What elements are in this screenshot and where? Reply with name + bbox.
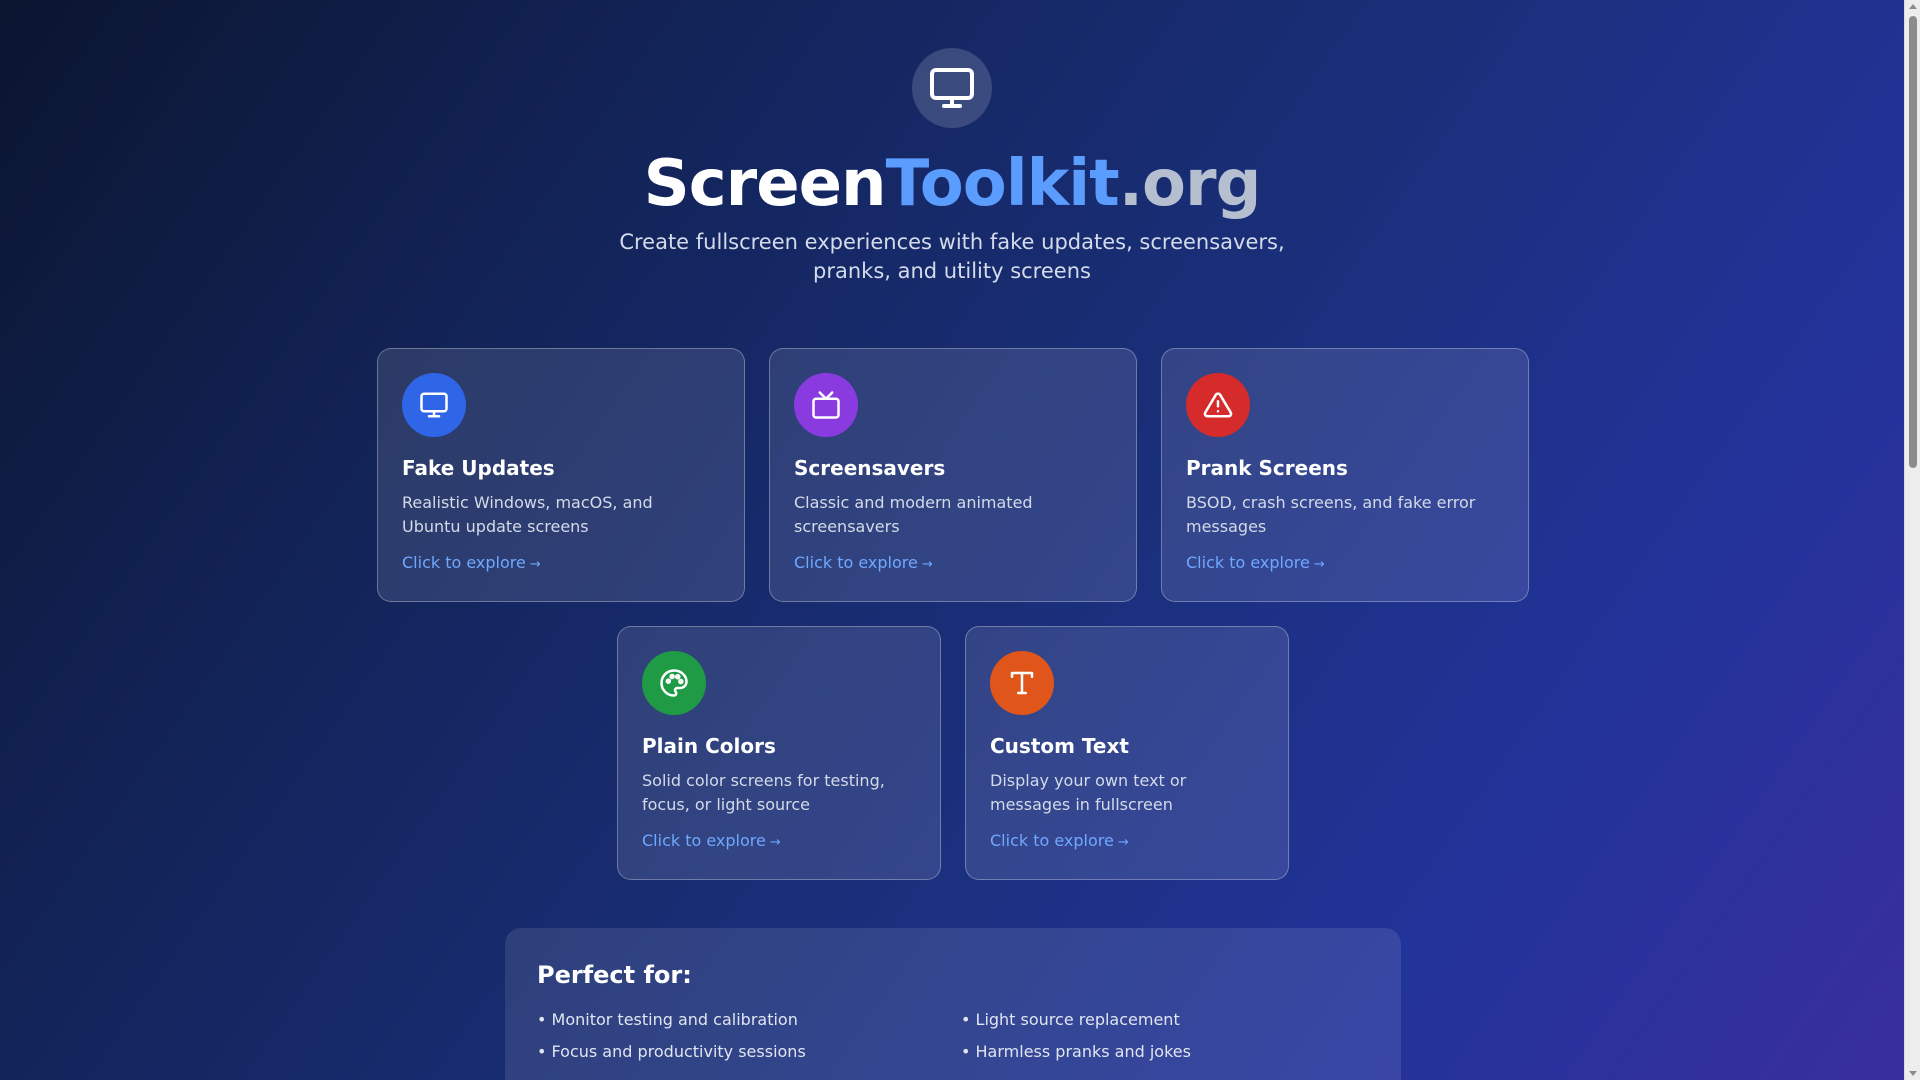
monitor-icon <box>402 373 466 437</box>
arrow-right-icon: → <box>1313 557 1325 572</box>
card-screensavers[interactable]: Screensavers Classic and modern animated… <box>769 348 1137 602</box>
card-description: Realistic Windows, macOS, and Ubuntu upd… <box>402 493 653 536</box>
perfect-for-title: Perfect for: <box>537 961 692 989</box>
card-explore-link[interactable]: Click to explore → <box>642 829 781 855</box>
card-title: Custom Text <box>990 734 1129 758</box>
card-plain-colors[interactable]: Plain Colors Solid color screens for tes… <box>617 626 941 880</box>
list-item: • Light source replacement <box>961 1010 1180 1029</box>
arrow-right-icon: → <box>921 557 933 572</box>
palette-icon <box>642 651 706 715</box>
card-title: Screensavers <box>794 456 946 480</box>
card-explore-link[interactable]: Click to explore → <box>1186 551 1325 577</box>
arrow-right-icon: → <box>529 557 541 572</box>
logo-monitor-icon <box>912 48 992 128</box>
card-explore-link[interactable]: Click to explore → <box>990 829 1129 855</box>
scroll-down-arrow-icon[interactable] <box>1909 1071 1917 1076</box>
card-description: Solid color screens for testing, focus, … <box>642 771 885 814</box>
arrow-right-icon: → <box>769 835 781 850</box>
site-title: ScreenToolkit.org <box>0 146 1904 222</box>
card-title: Plain Colors <box>642 734 776 758</box>
site-title-org: .org <box>1118 147 1262 221</box>
card-custom-text[interactable]: Custom Text Display your own text or mes… <box>965 626 1289 880</box>
card-link-label: Click to explore <box>642 831 766 850</box>
tv-icon <box>794 373 858 437</box>
vertical-scrollbar[interactable] <box>1904 0 1920 1080</box>
card-title: Fake Updates <box>402 456 555 480</box>
card-explore-link[interactable]: Click to explore → <box>402 551 541 577</box>
list-item: • Harmless pranks and jokes <box>961 1042 1191 1061</box>
card-link-label: Click to explore <box>402 553 526 572</box>
card-prank-screens[interactable]: Prank Screens BSOD, crash screens, and f… <box>1161 348 1529 602</box>
card-description: Display your own text or messages in ful… <box>990 771 1187 814</box>
list-item: • Monitor testing and calibration <box>537 1010 798 1029</box>
card-description: Classic and modern animated screensavers <box>794 493 1033 536</box>
card-explore-link[interactable]: Click to explore → <box>794 551 933 577</box>
site-title-screen: Screen <box>643 147 887 221</box>
card-description: BSOD, crash screens, and fake error mess… <box>1186 493 1476 536</box>
perfect-for-left-list: • Monitor testing and calibration • Focu… <box>537 1008 806 1072</box>
arrow-right-icon: → <box>1117 835 1129 850</box>
list-item: • Focus and productivity sessions <box>537 1042 806 1061</box>
text-icon <box>990 651 1054 715</box>
card-link-label: Click to explore <box>990 831 1114 850</box>
site-subtitle: Create fullscreen experiences with fake … <box>619 230 1285 283</box>
card-link-label: Click to explore <box>1186 553 1310 572</box>
card-link-label: Click to explore <box>794 553 918 572</box>
warning-icon <box>1186 373 1250 437</box>
site-title-toolkit: Toolkit <box>885 147 1120 221</box>
card-fake-updates[interactable]: Fake Updates Realistic Windows, macOS, a… <box>377 348 745 602</box>
scrollbar-thumb[interactable] <box>1909 16 1917 468</box>
perfect-for-section: Perfect for: • Monitor testing and calib… <box>505 928 1401 1080</box>
scroll-up-arrow-icon[interactable] <box>1909 4 1917 9</box>
perfect-for-right-list: • Light source replacement • Harmless pr… <box>961 1008 1191 1072</box>
card-title: Prank Screens <box>1186 456 1348 480</box>
page: ScreenToolkit.org Create fullscreen expe… <box>0 0 1904 1080</box>
